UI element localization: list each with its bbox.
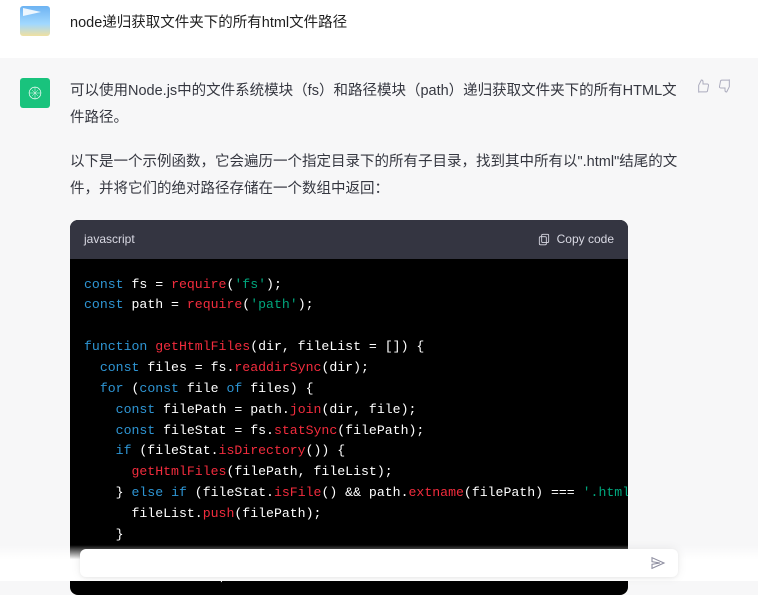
- feedback-buttons: [694, 78, 734, 99]
- copy-code-button[interactable]: Copy code: [537, 228, 614, 251]
- assistant-paragraph-1: 可以使用Node.js中的文件系统模块（fs）和路径模块（path）递归获取文件…: [70, 78, 688, 133]
- thumbs-down-button[interactable]: [718, 78, 734, 99]
- user-avatar: [20, 6, 50, 36]
- assistant-message-content: 可以使用Node.js中的文件系统模块（fs）和路径模块（path）递归获取文件…: [70, 78, 738, 595]
- user-message-text: node递归获取文件夹下的所有html文件路径: [70, 6, 738, 38]
- assistant-avatar: [20, 78, 50, 108]
- thumbs-up-icon: [694, 78, 710, 94]
- message-input[interactable]: [80, 549, 678, 577]
- code-header: javascript Copy code: [70, 220, 628, 259]
- code-language-label: javascript: [84, 228, 135, 251]
- user-message-row: node递归获取文件夹下的所有html文件路径: [0, 0, 758, 58]
- send-button[interactable]: [650, 555, 666, 576]
- code-block: javascript Copy code const fs = require(…: [70, 220, 628, 595]
- thumbs-up-button[interactable]: [694, 78, 710, 99]
- send-icon: [650, 555, 666, 571]
- input-bar: [0, 545, 758, 581]
- assistant-paragraph-2: 以下是一个示例函数，它会遍历一个指定目录下的所有子目录，找到其中所有以".htm…: [70, 149, 688, 204]
- clipboard-icon: [537, 232, 551, 246]
- copy-code-label: Copy code: [557, 228, 614, 251]
- thumbs-down-icon: [718, 78, 734, 94]
- assistant-message-row: 可以使用Node.js中的文件系统模块（fs）和路径模块（path）递归获取文件…: [0, 58, 758, 595]
